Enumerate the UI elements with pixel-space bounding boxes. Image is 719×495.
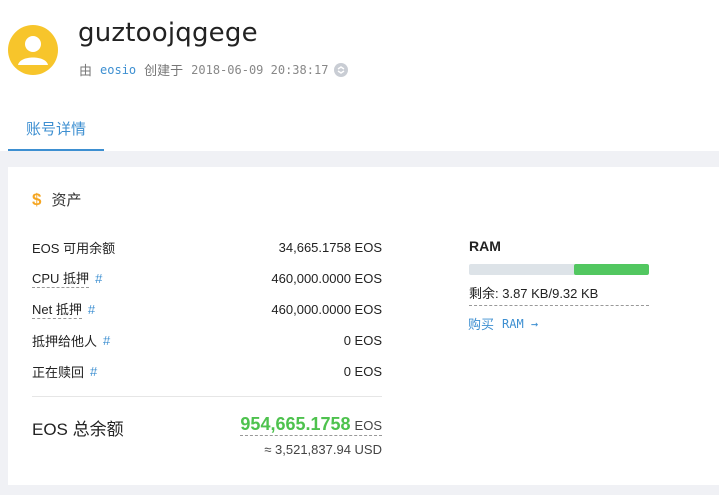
hash-link[interactable]: # xyxy=(95,271,102,286)
asset-row-value: 460,000.0000 EOS xyxy=(271,270,382,286)
asset-row-value: 0 EOS xyxy=(343,332,382,348)
asset-row-label: CPU 抵押 xyxy=(32,268,90,288)
total-balance-unit: EOS xyxy=(354,418,382,433)
account-meta: 由 eosio 创建于 2018-06-09 20:38:17 xyxy=(79,60,349,79)
asset-row-label: Net 抵押 xyxy=(32,299,82,319)
assets-title-label: 资产 xyxy=(51,192,82,209)
tab-account-details[interactable]: 账号详情 xyxy=(8,108,104,151)
ram-title: RAM xyxy=(469,238,501,254)
account-name: guztoojqgege xyxy=(78,18,258,48)
asset-row-value: 460,000.0000 EOS xyxy=(271,301,382,317)
asset-row: EOS 可用余额 34,665.1758 EOS xyxy=(32,237,382,257)
created-label: 创建于 xyxy=(144,63,184,78)
asset-row: 正在赎回 # 0 EOS xyxy=(32,361,382,381)
asset-row: CPU 抵押 # 460,000.0000 EOS xyxy=(32,268,382,288)
hash-link[interactable]: # xyxy=(88,302,95,317)
total-balance: 954,665.1758 EOS xyxy=(240,414,382,436)
created-by-prefix: 由 xyxy=(79,63,93,78)
asset-row: 抵押给他人 # 0 EOS xyxy=(32,330,382,350)
total-balance-value: 954,665.1758 xyxy=(240,414,351,434)
ram-remaining: 剩余: 3.87 KB/9.32 KB xyxy=(469,283,649,306)
account-header: guztoojqgege 由 eosio 创建于 2018-06-09 20:3… xyxy=(0,0,719,151)
assets-card: $ 资产 EOS 可用余额 34,665.1758 EOS CPU 抵押 # 46… xyxy=(8,167,719,485)
asset-row: Net 抵押 # 460,000.0000 EOS xyxy=(32,299,382,319)
buy-ram-link[interactable]: 购买 RAM → xyxy=(468,314,538,333)
ram-usage-fill xyxy=(574,264,649,275)
buy-ram-label: RAM → xyxy=(502,316,539,331)
ram-usage-bar xyxy=(469,264,649,275)
asset-row-value: 0 EOS xyxy=(343,363,382,379)
usd-value: ≈ 3,521,837.94 USD xyxy=(264,442,382,457)
asset-row-label: 抵押给他人 xyxy=(32,333,98,349)
divider xyxy=(32,396,382,397)
created-time: 2018-06-09 20:38:17 xyxy=(191,62,329,77)
asset-row-label: 正在赎回 xyxy=(32,364,85,380)
hash-link[interactable]: # xyxy=(103,333,110,348)
assets-title: $ 资产 xyxy=(32,189,81,210)
transaction-link-icon[interactable] xyxy=(334,62,349,77)
total-balance-label: EOS 总余额 xyxy=(32,420,124,439)
hash-link[interactable]: # xyxy=(90,364,97,379)
avatar-icon xyxy=(8,25,58,75)
asset-row-value: 34,665.1758 EOS xyxy=(278,239,382,255)
dollar-icon: $ xyxy=(32,189,42,209)
creator-link[interactable]: eosio xyxy=(100,63,136,77)
buy-ram-prefix: 购买 xyxy=(468,317,495,332)
asset-row-label: EOS 可用余额 xyxy=(32,240,116,256)
